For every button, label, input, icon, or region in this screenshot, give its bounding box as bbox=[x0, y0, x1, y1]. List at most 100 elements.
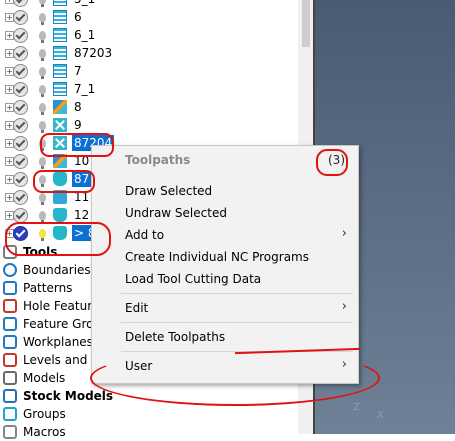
toolpath-cross-icon bbox=[53, 118, 67, 132]
toolpath-label[interactable]: 6 bbox=[72, 9, 84, 25]
tree-node[interactable]: Stock Models bbox=[0, 387, 313, 405]
context-menu-title: Toolpaths bbox=[125, 153, 191, 167]
check-icon[interactable] bbox=[13, 45, 28, 61]
toolpath-cross-icon bbox=[53, 136, 67, 150]
tree-node-label[interactable]: Hole Feature bbox=[23, 298, 99, 314]
toolpath-row[interactable]: +7 bbox=[0, 62, 313, 80]
chevron-right-icon: › bbox=[341, 357, 347, 372]
groups-icon bbox=[3, 407, 17, 421]
menu-item-delete-toolpaths[interactable]: Delete Toolpaths bbox=[125, 327, 225, 347]
toolpath-row[interactable]: +5_1 bbox=[0, 0, 313, 8]
lightbulb-icon[interactable] bbox=[39, 138, 46, 151]
toolpath-row[interactable]: +87203 bbox=[0, 44, 313, 62]
toolpath-row[interactable]: +8 bbox=[0, 98, 313, 116]
toolpath-tool-icon bbox=[53, 208, 67, 222]
feature-group-icon bbox=[3, 317, 17, 331]
toolpath-label[interactable]: 10 bbox=[72, 153, 91, 169]
patterns-icon bbox=[3, 281, 17, 295]
toolpath-lines-icon bbox=[53, 28, 67, 42]
tree-node-label[interactable]: Macros bbox=[23, 424, 66, 440]
axis-z-label: Z bbox=[353, 402, 360, 413]
tree-node-label[interactable]: Feature Grou bbox=[23, 316, 101, 332]
tree-node-label[interactable]: Models bbox=[23, 370, 65, 386]
toolpath-lines-icon bbox=[53, 10, 67, 24]
toolpath-tool-icon bbox=[53, 226, 67, 240]
check-icon[interactable] bbox=[13, 63, 28, 79]
workplanes-icon bbox=[3, 335, 17, 349]
chevron-right-icon: › bbox=[341, 226, 347, 241]
tree-node-label[interactable]: Workplanes bbox=[23, 334, 93, 350]
tree-node-label[interactable]: Patterns bbox=[23, 280, 72, 296]
check-icon[interactable] bbox=[13, 153, 28, 169]
menu-item-user[interactable]: User bbox=[125, 356, 152, 376]
lightbulb-icon[interactable] bbox=[39, 174, 46, 187]
toolpath-vtool-icon bbox=[53, 190, 67, 204]
toolpath-label[interactable]: 5_1 bbox=[72, 0, 97, 7]
check-icon[interactable] bbox=[13, 99, 28, 115]
menu-item-undraw-selected[interactable]: Undraw Selected bbox=[125, 203, 227, 223]
check-icon[interactable] bbox=[13, 225, 28, 241]
toolpath-row[interactable]: +6_1 bbox=[0, 26, 313, 44]
lightbulb-icon[interactable] bbox=[39, 192, 46, 205]
tree-node-label[interactable]: Groups bbox=[23, 406, 66, 422]
toolpath-label[interactable]: 87 bbox=[72, 171, 92, 187]
check-icon[interactable] bbox=[13, 0, 28, 7]
menu-item-create-nc-programs[interactable]: Create Individual NC Programs bbox=[125, 247, 309, 267]
toolpath-label[interactable]: 7_1 bbox=[72, 81, 97, 97]
check-icon[interactable] bbox=[13, 207, 28, 223]
toolpath-label[interactable]: 7 bbox=[72, 63, 84, 79]
toolpath-row[interactable]: +9 bbox=[0, 116, 313, 134]
check-icon[interactable] bbox=[13, 135, 28, 151]
tree-node-label[interactable]: Stock Models bbox=[23, 388, 113, 404]
toolpath-row[interactable]: +6 bbox=[0, 8, 313, 26]
lightbulb-icon[interactable] bbox=[39, 12, 46, 25]
tools-icon bbox=[3, 245, 17, 259]
axis-x-label: X bbox=[377, 410, 384, 421]
toolpath-row[interactable]: +7_1 bbox=[0, 80, 313, 98]
toolpath-label[interactable]: 87203 bbox=[72, 45, 114, 61]
toolpath-label[interactable]: 11 bbox=[72, 189, 91, 205]
menu-item-edit[interactable]: Edit bbox=[125, 298, 148, 318]
tree-node[interactable]: Macros bbox=[0, 423, 313, 441]
lightbulb-icon[interactable] bbox=[39, 156, 46, 169]
macros-icon bbox=[3, 425, 17, 439]
lightbulb-icon[interactable] bbox=[39, 102, 46, 115]
context-menu-header: Toolpaths (3) bbox=[92, 146, 358, 176]
tree-node[interactable]: Groups bbox=[0, 405, 313, 423]
lightbulb-icon[interactable] bbox=[39, 0, 46, 7]
hole-feature-icon bbox=[3, 299, 17, 313]
menu-item-add-to[interactable]: Add to bbox=[125, 225, 164, 245]
toolpath-lines-icon bbox=[53, 64, 67, 78]
lightbulb-icon[interactable] bbox=[39, 120, 46, 133]
lightbulb-icon[interactable] bbox=[39, 228, 46, 241]
toolpath-multi-icon bbox=[53, 154, 67, 168]
lightbulb-icon[interactable] bbox=[39, 48, 46, 61]
check-icon[interactable] bbox=[13, 171, 28, 187]
tree-scrollbar-thumb[interactable] bbox=[302, 0, 310, 47]
models-icon bbox=[3, 371, 17, 385]
lightbulb-icon[interactable] bbox=[39, 210, 46, 223]
levels-icon bbox=[3, 353, 17, 367]
check-icon[interactable] bbox=[13, 9, 28, 25]
menu-item-draw-selected[interactable]: Draw Selected bbox=[125, 181, 212, 201]
menu-separator bbox=[121, 322, 353, 323]
toolpath-label[interactable]: 8 bbox=[72, 99, 84, 115]
lightbulb-icon[interactable] bbox=[39, 84, 46, 97]
check-icon[interactable] bbox=[13, 117, 28, 133]
toolpath-lines-icon bbox=[53, 46, 67, 60]
toolpath-label[interactable]: 12 bbox=[72, 207, 91, 223]
toolpath-tool-icon bbox=[53, 172, 67, 186]
lightbulb-icon[interactable] bbox=[39, 66, 46, 79]
tree-node-label[interactable]: Boundaries bbox=[23, 262, 91, 278]
chevron-right-icon: › bbox=[341, 299, 347, 314]
tree-node-label[interactable]: Tools bbox=[23, 244, 57, 260]
toolpath-lines-icon bbox=[53, 0, 67, 6]
lightbulb-icon[interactable] bbox=[39, 30, 46, 43]
check-icon[interactable] bbox=[13, 27, 28, 43]
check-icon[interactable] bbox=[13, 189, 28, 205]
toolpath-label[interactable]: 6_1 bbox=[72, 27, 97, 43]
menu-item-load-tool-cutting-data[interactable]: Load Tool Cutting Data bbox=[125, 269, 261, 289]
check-icon[interactable] bbox=[13, 81, 28, 97]
toolpath-label[interactable]: 9 bbox=[72, 117, 84, 133]
toolpath-lines-icon bbox=[53, 82, 67, 96]
